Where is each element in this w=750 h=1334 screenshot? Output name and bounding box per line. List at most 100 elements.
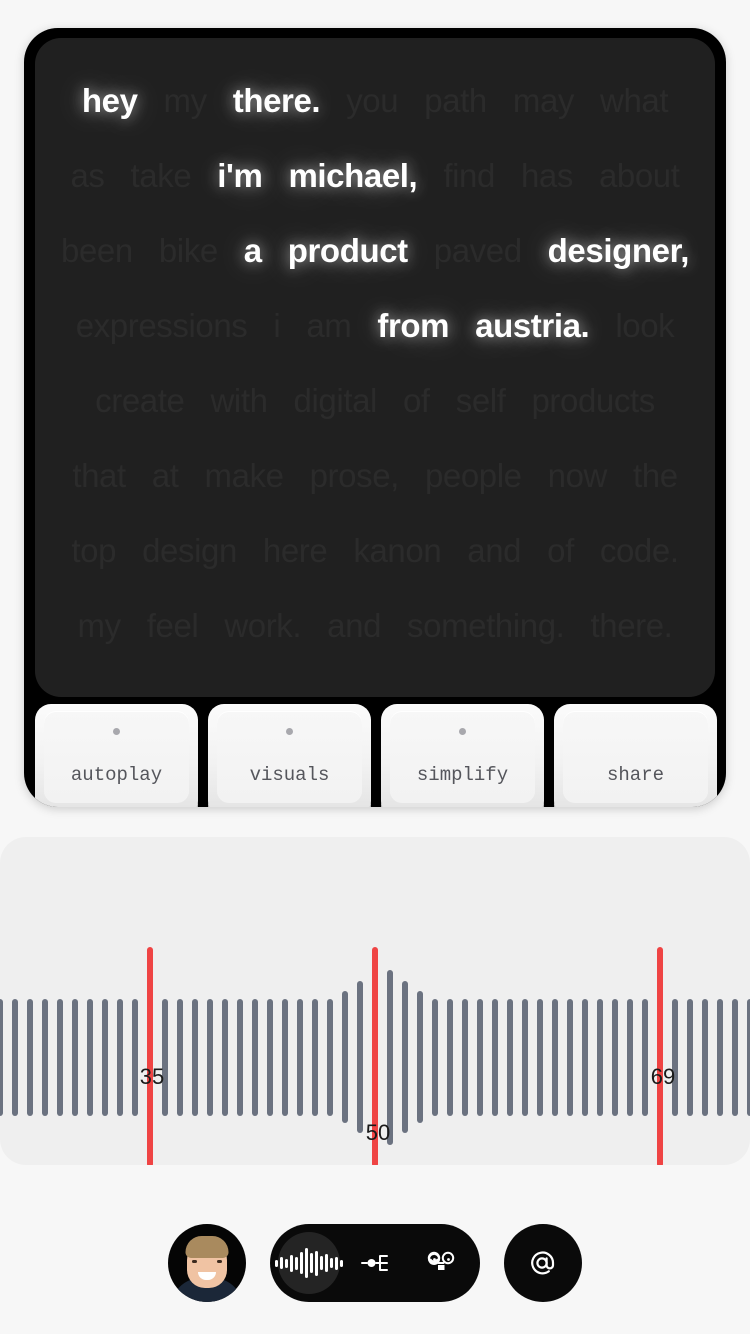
ruler-tick[interactable] (612, 998, 618, 1116)
ruler-tick[interactable] (297, 998, 303, 1116)
ruler-tick[interactable] (192, 998, 198, 1116)
ruler-tick[interactable] (642, 998, 648, 1116)
word-dim[interactable]: and (314, 609, 394, 642)
ruler-tick[interactable] (27, 998, 33, 1116)
word-dim[interactable]: with (197, 384, 280, 417)
word-dim[interactable]: digital (281, 384, 390, 417)
ruler-tick[interactable] (552, 998, 558, 1116)
word-dim[interactable]: self (443, 384, 519, 417)
word-dim[interactable]: prose, (297, 459, 412, 492)
word-dim[interactable]: of (534, 534, 587, 567)
ruler-tick[interactable] (237, 998, 243, 1116)
nav-item-people[interactable] (410, 1232, 472, 1294)
ruler-tick[interactable] (102, 998, 108, 1116)
ruler-tick[interactable] (57, 998, 63, 1116)
ruler-tick[interactable] (492, 998, 498, 1116)
word-dim[interactable]: my (65, 609, 134, 642)
word-highlighted[interactable]: michael, (275, 159, 430, 192)
word-dim[interactable]: of (390, 384, 443, 417)
word-dim[interactable]: at (139, 459, 192, 492)
ruler-marker-tick[interactable] (657, 947, 663, 1165)
word-dim[interactable]: top (58, 534, 129, 567)
word-dim[interactable]: feel (134, 609, 212, 642)
ruler-tick[interactable] (447, 998, 453, 1116)
ruler-tick[interactable] (597, 998, 603, 1116)
word-highlighted[interactable]: there. (220, 84, 333, 117)
ruler-tick[interactable] (432, 998, 438, 1116)
word-highlighted[interactable]: designer, (535, 234, 702, 267)
key-autoplay[interactable]: autoplay (35, 704, 198, 807)
word-cloud-panel[interactable]: hey my there. you path may what as take i'm michae… (35, 38, 715, 697)
word-dim[interactable]: kanon (340, 534, 454, 567)
ruler-tick[interactable] (162, 998, 168, 1116)
word-dim[interactable]: code. (587, 534, 692, 567)
word-dim[interactable]: has (508, 159, 586, 192)
ruler-tick[interactable] (417, 991, 423, 1123)
ruler-tick[interactable] (537, 998, 543, 1116)
word-highlighted[interactable]: from (364, 309, 462, 342)
word-dim[interactable]: bike (146, 234, 231, 267)
word-dim[interactable]: expressions (63, 309, 261, 342)
word-dim[interactable]: something. (394, 609, 577, 642)
avatar[interactable] (168, 1224, 246, 1302)
ruler-tick[interactable] (387, 969, 393, 1145)
ruler-tick[interactable] (567, 998, 573, 1116)
ruler-tick[interactable] (522, 998, 528, 1116)
at-button[interactable] (504, 1224, 582, 1302)
word-dim[interactable]: and (454, 534, 534, 567)
ruler-tick[interactable] (507, 998, 513, 1116)
ruler-tick[interactable] (582, 998, 588, 1116)
ruler-tick[interactable] (462, 998, 468, 1116)
nav-item-flow[interactable] (344, 1232, 406, 1294)
ruler-tick[interactable] (117, 998, 123, 1116)
key-simplify[interactable]: simplify (381, 704, 544, 807)
word-highlighted[interactable]: hey (69, 84, 151, 117)
word-dim[interactable]: the (620, 459, 691, 492)
word-dim[interactable]: as (57, 159, 117, 192)
ruler-tick[interactable] (732, 998, 738, 1116)
ruler-tick[interactable] (252, 998, 258, 1116)
ruler-tick[interactable] (42, 998, 48, 1116)
word-dim[interactable]: what (587, 84, 681, 117)
ruler-tick[interactable] (207, 998, 213, 1116)
word-highlighted[interactable]: a (231, 234, 275, 267)
word-dim[interactable]: i (260, 309, 293, 342)
word-dim[interactable]: work. (211, 609, 314, 642)
ruler-tick[interactable] (312, 998, 318, 1116)
key-share[interactable]: share (554, 704, 717, 807)
word-dim[interactable]: look (602, 309, 687, 342)
word-dim[interactable]: take (118, 159, 205, 192)
word-dim[interactable]: create (82, 384, 197, 417)
ruler-tick[interactable] (177, 998, 183, 1116)
nav-item-waveform[interactable] (275, 1232, 343, 1294)
word-dim[interactable]: design (129, 534, 250, 567)
word-dim[interactable]: may (500, 84, 587, 117)
ruler-tick[interactable] (402, 981, 408, 1133)
ruler-tick[interactable] (132, 998, 138, 1116)
word-dim[interactable]: you (333, 84, 411, 117)
ruler-tick[interactable] (717, 998, 723, 1116)
word-highlighted[interactable]: product (275, 234, 421, 267)
word-dim[interactable]: paved (421, 234, 535, 267)
word-dim[interactable]: been (48, 234, 146, 267)
ruler-tick[interactable] (282, 998, 288, 1116)
ruler-tick[interactable] (72, 998, 78, 1116)
word-dim[interactable]: now (535, 459, 620, 492)
word-dim[interactable]: people (412, 459, 535, 492)
word-dim[interactable]: that (59, 459, 138, 492)
ruler-tick[interactable] (672, 998, 678, 1116)
word-highlighted[interactable]: i'm (204, 159, 275, 192)
word-highlighted[interactable]: austria. (462, 309, 602, 342)
ruler-tick[interactable] (627, 998, 633, 1116)
ruler-tick[interactable] (702, 998, 708, 1116)
ruler-ticks[interactable]: 35 50 69 (0, 837, 750, 1165)
word-dim[interactable]: here (250, 534, 340, 567)
word-dim[interactable]: path (411, 84, 500, 117)
word-dim[interactable]: my (151, 84, 220, 117)
ruler-tick[interactable] (0, 998, 3, 1116)
word-dim[interactable]: make (192, 459, 297, 492)
word-dim[interactable]: about (586, 159, 693, 192)
ruler-tick[interactable] (12, 998, 18, 1116)
word-dim[interactable]: am (293, 309, 364, 342)
ruler-tick[interactable] (342, 991, 348, 1123)
